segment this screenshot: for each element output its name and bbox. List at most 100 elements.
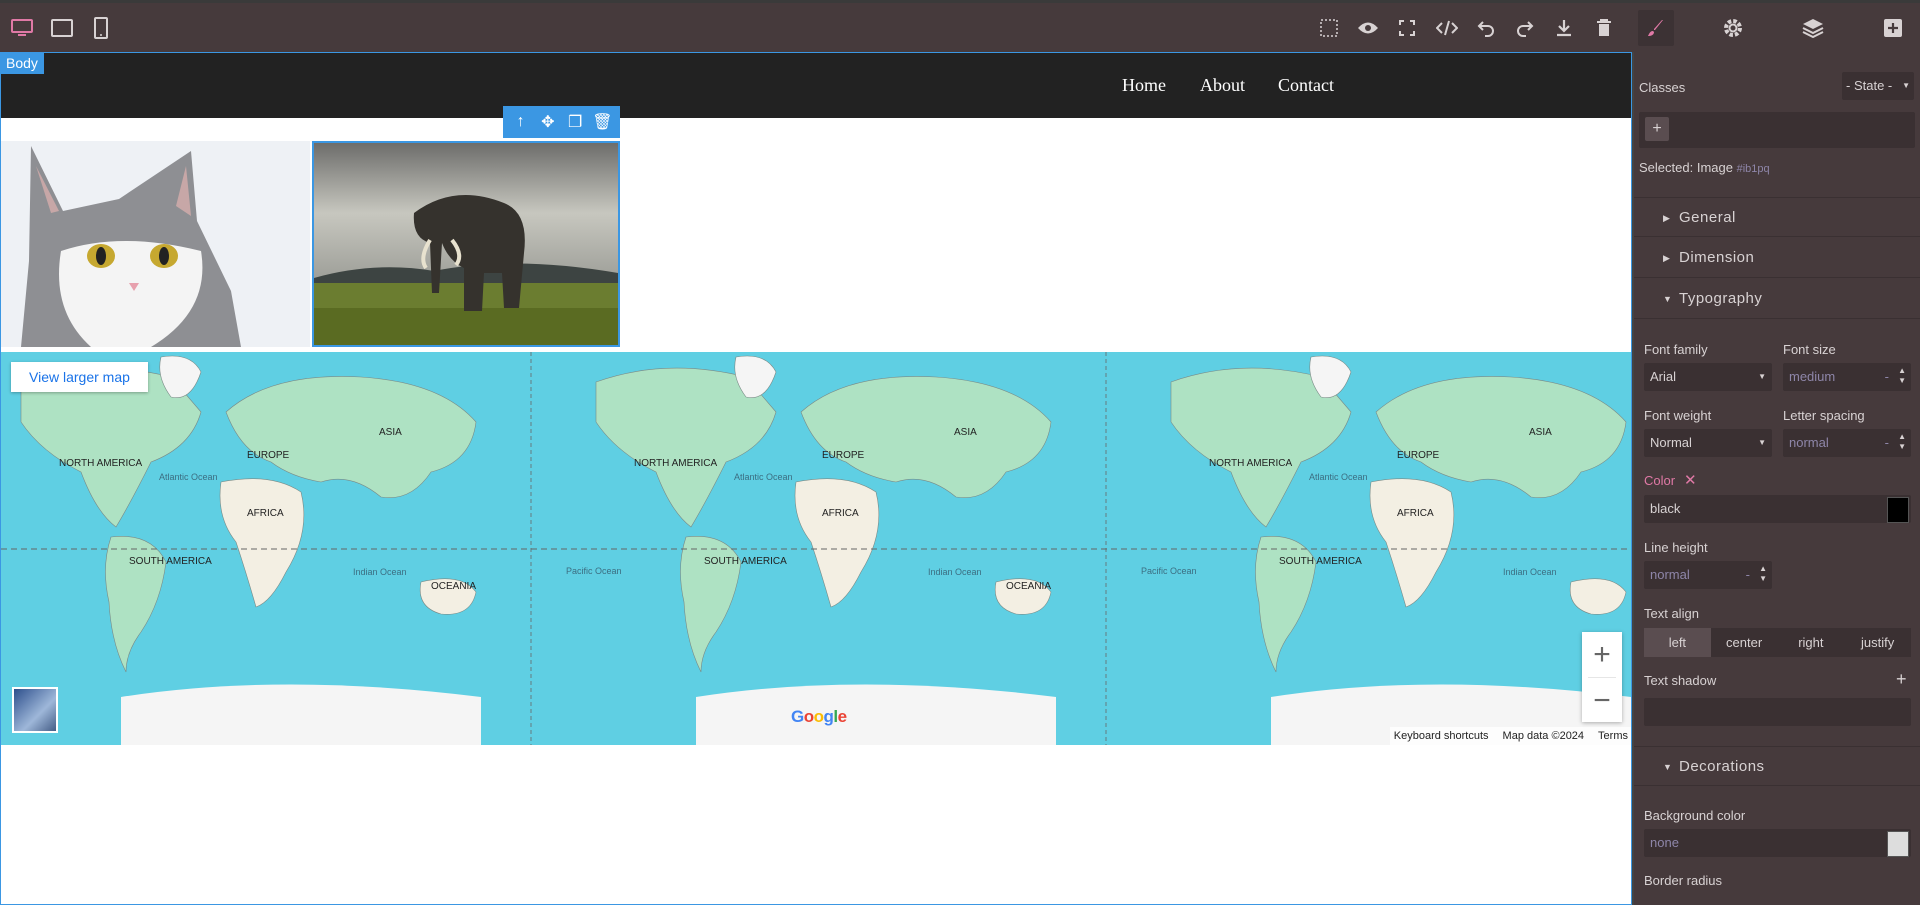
- classes-container[interactable]: +: [1639, 112, 1915, 148]
- delete-icon[interactable]: 🗑: [591, 112, 613, 132]
- stepper-icon[interactable]: ▲ ▼: [1898, 366, 1906, 386]
- color-label: Color: [1644, 473, 1676, 488]
- layers-icon[interactable]: [1798, 13, 1828, 43]
- street-view-thumbnail[interactable]: [12, 687, 58, 733]
- select-parent-icon[interactable]: ↑: [510, 113, 532, 131]
- map-label-atlantic: Atlantic Ocean: [734, 472, 793, 482]
- elephant-image[interactable]: [312, 141, 620, 347]
- background-color-input[interactable]: none: [1644, 829, 1911, 857]
- background-color-swatch[interactable]: [1887, 831, 1909, 857]
- stepper-icon[interactable]: ▲ ▼: [1759, 564, 1767, 584]
- code-icon[interactable]: [1432, 13, 1462, 43]
- section-decorations[interactable]: ▼ Decorations: [1634, 746, 1920, 786]
- view-larger-map-button[interactable]: View larger map: [11, 362, 148, 392]
- map-label-asia: ASIA: [954, 427, 977, 438]
- font-size-input[interactable]: medium - ▲ ▼: [1783, 363, 1911, 391]
- text-shadow-label: Text shadow: [1644, 673, 1717, 688]
- move-icon[interactable]: ✥: [537, 112, 559, 132]
- map-label-asia: ASIA: [379, 427, 402, 438]
- state-select[interactable]: - State - ▼: [1842, 72, 1914, 100]
- nav-about-link[interactable]: About: [1200, 75, 1245, 96]
- align-justify-option[interactable]: justify: [1844, 628, 1911, 657]
- clear-color-icon[interactable]: ✕: [1684, 471, 1697, 489]
- zoom-in-button[interactable]: +: [1582, 632, 1622, 677]
- chevron-down-icon: ▼: [1758, 438, 1766, 447]
- font-size-label: Font size: [1783, 342, 1836, 357]
- tablet-icon[interactable]: [47, 13, 77, 43]
- align-right-option[interactable]: right: [1778, 628, 1845, 657]
- add-block-icon[interactable]: [1878, 13, 1908, 43]
- map-label-south-america: SOUTH AMERICA: [704, 556, 787, 567]
- mobile-icon[interactable]: [86, 13, 116, 43]
- selected-label: Selected:: [1639, 160, 1694, 175]
- letter-spacing-unit: -: [1884, 435, 1889, 450]
- font-weight-label: Font weight: [1644, 408, 1712, 423]
- section-typography[interactable]: ▼ Typography: [1634, 279, 1920, 319]
- brush-icon[interactable]: [1638, 10, 1674, 46]
- map-label-asia: ASIA: [1529, 427, 1552, 438]
- keyboard-shortcuts-link[interactable]: Keyboard shortcuts: [1394, 730, 1489, 742]
- section-dimension[interactable]: ▶ Dimension: [1634, 238, 1920, 278]
- letter-spacing-input[interactable]: normal - ▲ ▼: [1783, 429, 1911, 457]
- caret-right-icon: ▶: [1663, 253, 1671, 263]
- desktop-icon[interactable]: [7, 13, 37, 43]
- font-size-unit: -: [1884, 369, 1889, 384]
- map-label-north-america: NORTH AMERICA: [59, 458, 143, 469]
- site-navbar[interactable]: Home About Contact: [1, 53, 1631, 118]
- background-color-label: Background color: [1644, 808, 1746, 823]
- gear-icon[interactable]: [1718, 13, 1748, 43]
- body-badge[interactable]: Body: [0, 52, 44, 74]
- align-left-option[interactable]: left: [1644, 628, 1711, 657]
- nav-contact-link[interactable]: Contact: [1278, 75, 1334, 96]
- font-size-value: medium: [1789, 369, 1836, 384]
- map-label-africa: AFRICA: [1397, 508, 1434, 519]
- background-color-value: none: [1650, 835, 1679, 850]
- map-label-oceania: OCEANIA: [431, 581, 477, 592]
- world-map-tiles: [1, 352, 1631, 745]
- terms-link[interactable]: Terms: [1598, 730, 1628, 742]
- font-family-value: Arial: [1650, 369, 1677, 384]
- state-select-value: - State -: [1846, 78, 1893, 93]
- map-label-europe: EUROPE: [1397, 450, 1440, 461]
- zoom-out-button[interactable]: −: [1582, 678, 1622, 723]
- nav-home-link[interactable]: Home: [1122, 75, 1166, 96]
- map-label-south-america: SOUTH AMERICA: [129, 556, 212, 567]
- fullscreen-icon[interactable]: [1392, 13, 1422, 43]
- select-outline-icon[interactable]: [1314, 13, 1344, 43]
- embedded-map[interactable]: NORTH AMERICA EUROPE ASIA AFRICA SOUTH A…: [1, 352, 1631, 745]
- section-general[interactable]: ▶ General: [1634, 197, 1920, 237]
- top-toolbar: [0, 0, 1920, 52]
- font-family-select[interactable]: Arial ▼: [1644, 363, 1772, 391]
- text-shadow-list[interactable]: [1644, 698, 1911, 726]
- eye-icon[interactable]: [1353, 13, 1383, 43]
- map-label-oceania: OCEANIA: [1006, 581, 1052, 592]
- download-icon[interactable]: [1549, 13, 1579, 43]
- text-align-label: Text align: [1644, 606, 1699, 621]
- cat-image[interactable]: [1, 141, 310, 347]
- redo-icon[interactable]: [1510, 13, 1540, 43]
- section-typography-label: Typography: [1679, 290, 1763, 307]
- map-label-north-america: NORTH AMERICA: [634, 458, 718, 469]
- add-class-button[interactable]: +: [1645, 117, 1669, 141]
- caret-right-icon: ▶: [1663, 213, 1671, 223]
- map-label-indian: Indian Ocean: [1503, 567, 1557, 577]
- map-label-south-america: SOUTH AMERICA: [1279, 556, 1362, 567]
- line-height-value: normal: [1650, 567, 1690, 582]
- map-attribution: Keyboard shortcuts Map data ©2024 Terms: [1389, 727, 1631, 745]
- selected-value: Image: [1696, 160, 1733, 175]
- color-swatch[interactable]: [1887, 497, 1909, 523]
- add-text-shadow-icon[interactable]: +: [1896, 669, 1907, 690]
- align-center-option[interactable]: center: [1711, 628, 1778, 657]
- font-weight-select[interactable]: Normal ▼: [1644, 429, 1772, 457]
- color-input[interactable]: black: [1644, 495, 1911, 523]
- selected-id: #ib1pq: [1736, 163, 1770, 175]
- clone-icon[interactable]: ❐: [564, 112, 586, 132]
- undo-icon[interactable]: [1471, 13, 1501, 43]
- stepper-icon[interactable]: ▲ ▼: [1898, 432, 1906, 452]
- editor-canvas[interactable]: Home About Contact ↑ ✥ ❐ 🗑 NORTH AMERICA…: [0, 52, 1632, 905]
- line-height-input[interactable]: normal - ▲ ▼: [1644, 561, 1772, 589]
- color-value: black: [1650, 501, 1681, 516]
- border-radius-label: Border radius: [1644, 873, 1723, 888]
- trash-icon[interactable]: [1589, 13, 1619, 43]
- map-data-text: Map data ©2024: [1502, 730, 1585, 742]
